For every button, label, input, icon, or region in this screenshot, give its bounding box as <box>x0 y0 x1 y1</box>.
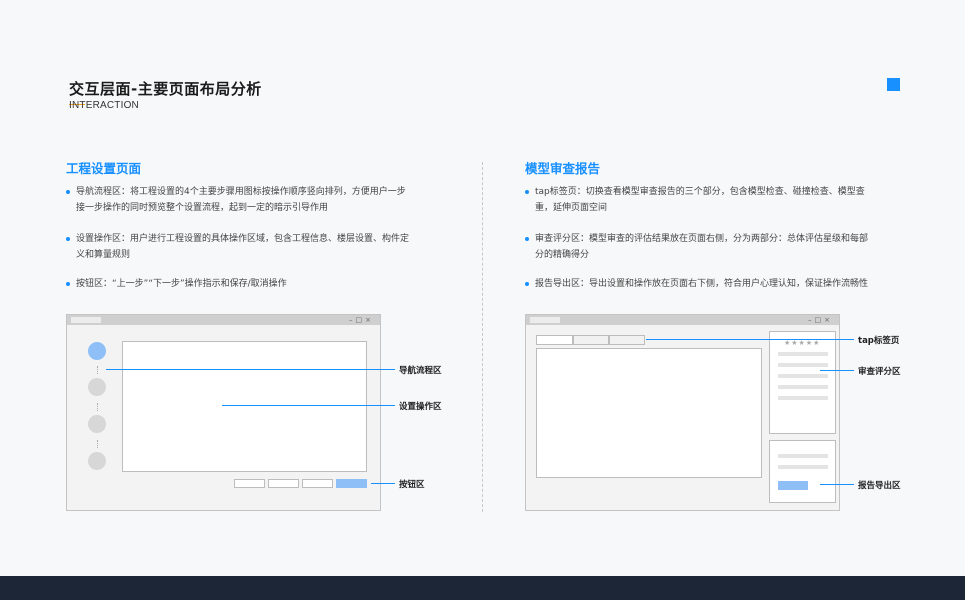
settings-callout-line <box>222 405 395 406</box>
export-button <box>778 481 808 490</box>
buttons-callout-line <box>371 483 395 484</box>
export-option-line <box>778 465 828 469</box>
report-content-area <box>536 348 762 478</box>
left-bullet-2: 设置操作区：用户进行工程设置的具体操作区域，包含工程信息、楼层设置、构件定义和算… <box>66 231 411 263</box>
score-line <box>778 352 828 356</box>
score-callout-line <box>820 370 854 371</box>
nav-step-3-icon <box>88 415 106 433</box>
review-report-wireframe: –□× ★★★★★ <box>525 314 840 511</box>
left-section-title: 工程设置页面 <box>66 161 142 176</box>
nav-callout-line <box>106 369 395 370</box>
wireframe-tab-2 <box>573 335 609 345</box>
score-line <box>778 396 828 400</box>
page-title: 交互层面-主要页面布局分析 <box>69 80 262 98</box>
right-bullet-3: 报告导出区：导出设置和操作放在页面右下侧，符合用户心理认知，保证操作流畅性 <box>525 276 870 292</box>
section-divider <box>482 162 483 512</box>
right-bullet-1: tap标签页：切换查看模型审查报告的三个部分，包含模型检查、碰撞检查、模型查重，… <box>525 184 870 216</box>
wireframe-tab-3 <box>609 335 645 345</box>
score-line <box>778 363 828 367</box>
brand-square-icon <box>887 78 900 91</box>
nav-step-2-icon <box>88 378 106 396</box>
tabs-callout-label: tap标签页 <box>858 336 900 346</box>
window-title-placeholder <box>530 317 560 323</box>
score-line <box>778 374 828 378</box>
window-title-placeholder <box>71 317 101 323</box>
buttons-callout-label: 按钮区 <box>399 480 425 490</box>
settings-callout-label: 设置操作区 <box>399 402 442 412</box>
window-titlebar: –□× <box>526 315 839 325</box>
tabs-callout-line <box>646 339 854 340</box>
wireframe-button-3 <box>302 479 333 488</box>
right-bullet-2: 审查评分区：模型审查的评估结果放在页面右侧，分为两部分：总体评估星级和每部分的精… <box>525 231 870 263</box>
nav-dots <box>97 366 98 374</box>
right-section-title: 模型审查报告 <box>525 161 601 176</box>
wireframe-button-1 <box>234 479 265 488</box>
page-subtitle: INTERACTION <box>69 100 139 111</box>
wireframe-tab-1 <box>536 335 573 345</box>
project-settings-wireframe: –□× <box>66 314 381 511</box>
footer-band <box>0 576 965 600</box>
left-bullet-1: 导航流程区：将工程设置的4个主要步骤用图标按操作顺序竖向排列，方便用户一步接一步… <box>66 184 411 216</box>
window-controls: –□× <box>808 316 833 324</box>
wireframe-button-primary <box>336 479 367 488</box>
score-callout-label: 审查评分区 <box>858 367 901 377</box>
settings-content-area <box>122 341 367 472</box>
score-line <box>778 385 828 389</box>
window-controls: –□× <box>349 316 374 324</box>
export-callout-line <box>820 484 854 485</box>
window-titlebar: –□× <box>67 315 380 325</box>
export-panel <box>769 440 836 503</box>
nav-callout-label: 导航流程区 <box>399 366 442 376</box>
nav-dots <box>97 440 98 448</box>
nav-step-4-icon <box>88 452 106 470</box>
score-panel: ★★★★★ <box>769 331 836 434</box>
nav-step-1-icon <box>88 342 106 360</box>
export-callout-label: 报告导出区 <box>858 481 901 491</box>
wireframe-button-2 <box>268 479 299 488</box>
rating-stars-icon: ★★★★★ <box>784 339 821 347</box>
export-option-line <box>778 454 828 458</box>
nav-dots <box>97 403 98 411</box>
left-bullet-3: 按钮区：“上一步”“下一步”操作指示和保存/取消操作 <box>66 276 411 292</box>
